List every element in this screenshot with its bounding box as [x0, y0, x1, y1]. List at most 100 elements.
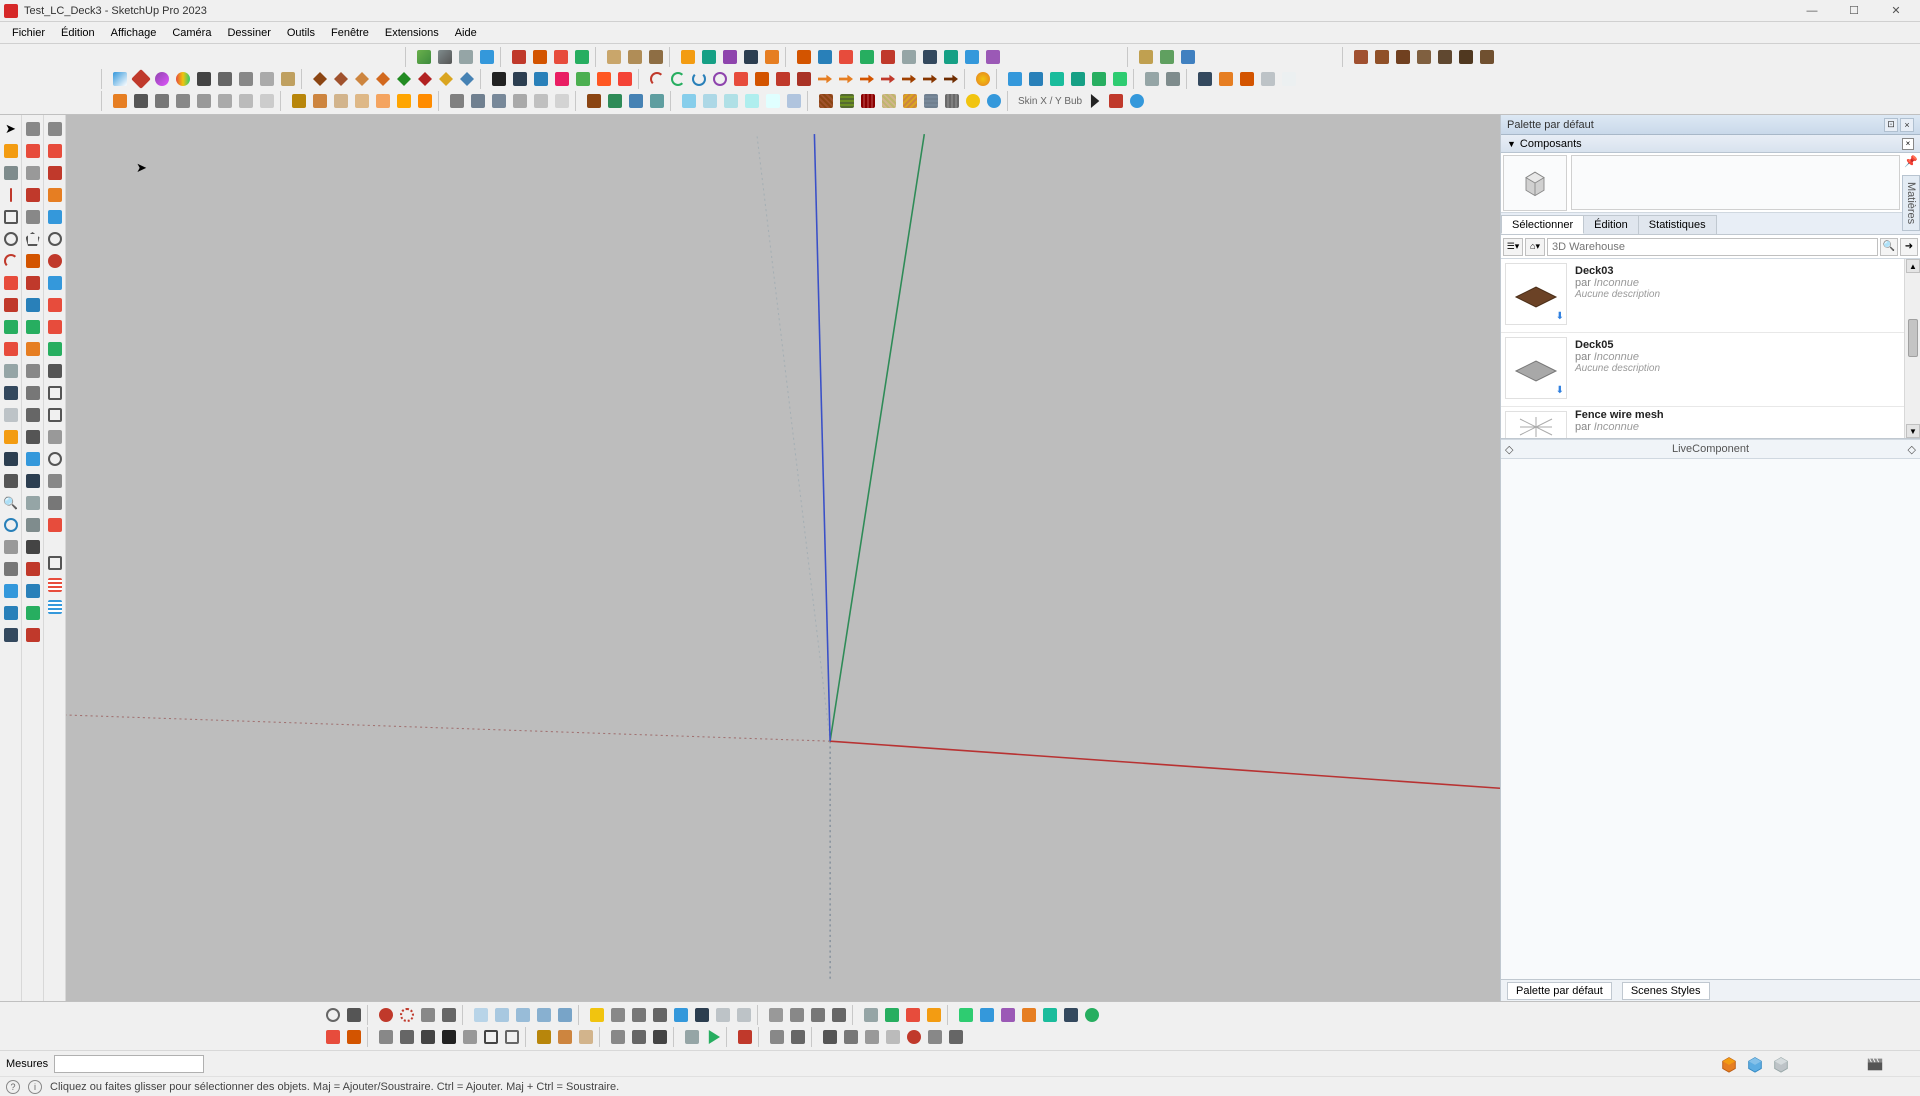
tool-icon[interactable] [534, 1005, 554, 1025]
tool-icon[interactable] [1414, 47, 1434, 67]
tool-icon[interactable] [878, 47, 898, 67]
tool-icon[interactable] [650, 1005, 670, 1025]
tool-icon[interactable] [555, 1005, 575, 1025]
tool-icon[interactable] [836, 69, 856, 89]
tool-icon[interactable] [794, 69, 814, 89]
tool-icon[interactable] [531, 91, 551, 111]
tool-icon[interactable] [816, 91, 836, 111]
tool-icon[interactable] [861, 1005, 881, 1025]
menu-edition[interactable]: Édition [53, 25, 103, 41]
tool-icon[interactable] [415, 69, 435, 89]
tool-icon[interactable] [1435, 47, 1455, 67]
search-external-button[interactable]: ➜ [1900, 238, 1918, 256]
tool-icon[interactable] [1085, 91, 1105, 111]
live-component-bar[interactable]: ◇ LiveComponent ◇ [1501, 439, 1920, 459]
tool-icon[interactable] [45, 229, 65, 249]
tool-icon[interactable] [731, 69, 751, 89]
tool-icon[interactable] [45, 163, 65, 183]
cube-orange-icon[interactable] [1720, 1055, 1738, 1073]
menu-affichage[interactable]: Affichage [103, 25, 165, 41]
tool-icon[interactable] [584, 91, 604, 111]
circle-tool[interactable] [1, 229, 21, 249]
tab-edit[interactable]: Édition [1583, 215, 1639, 234]
line-tool[interactable] [1, 185, 21, 205]
tool-icon[interactable] [942, 91, 962, 111]
tool-icon[interactable] [784, 91, 804, 111]
tool-icon[interactable] [682, 1027, 702, 1047]
tool-icon[interactable] [787, 1005, 807, 1025]
tool-icon[interactable] [530, 47, 550, 67]
clapper-icon[interactable] [1866, 1055, 1884, 1073]
tool-icon[interactable] [924, 1005, 944, 1025]
tool-icon[interactable] [767, 1027, 787, 1047]
tool-icon[interactable] [1136, 47, 1156, 67]
tool-icon[interactable] [762, 47, 782, 67]
tool-icon[interactable] [1089, 69, 1109, 89]
component-item-fence[interactable]: Fence wire mesh par Inconnue [1501, 407, 1920, 439]
help-icon[interactable]: ? [6, 1080, 20, 1094]
tool-icon[interactable] [551, 47, 571, 67]
tool-icon[interactable] [882, 1005, 902, 1025]
tool-icon[interactable] [899, 47, 919, 67]
tool-icon[interactable] [257, 69, 277, 89]
tool-icon[interactable] [45, 575, 65, 595]
tool-icon[interactable] [1026, 69, 1046, 89]
tool-icon[interactable] [1237, 69, 1257, 89]
tool-icon[interactable] [1, 163, 21, 183]
arc-tool[interactable] [1, 251, 21, 271]
tool-icon[interactable] [973, 69, 993, 89]
tab-select[interactable]: Sélectionner [1501, 215, 1584, 234]
tool-icon[interactable] [23, 185, 43, 205]
tool-icon[interactable] [1, 603, 21, 623]
tool-icon[interactable] [194, 91, 214, 111]
tool-icon[interactable] [414, 47, 434, 67]
tool-icon[interactable] [1157, 47, 1177, 67]
tool-icon[interactable] [436, 69, 456, 89]
tool-icon[interactable] [456, 47, 476, 67]
tool-icon[interactable] [552, 91, 572, 111]
tool-icon[interactable] [23, 119, 43, 139]
tool-icon[interactable] [904, 1027, 924, 1047]
tool-icon[interactable] [1, 559, 21, 579]
tool-icon[interactable] [45, 449, 65, 469]
tool-icon[interactable] [152, 69, 172, 89]
eraser-tool[interactable] [23, 141, 43, 161]
component-item-deck05[interactable]: ⬇ Deck05 par Inconnue Aucune description [1501, 333, 1920, 407]
tool-icon[interactable] [173, 91, 193, 111]
tool-icon[interactable] [626, 91, 646, 111]
tool-icon[interactable] [1019, 1005, 1039, 1025]
tool-icon[interactable] [692, 1005, 712, 1025]
tool-icon[interactable] [23, 515, 43, 535]
tool-icon[interactable] [1068, 69, 1088, 89]
tool-icon[interactable] [110, 69, 130, 89]
tool-icon[interactable] [1279, 69, 1299, 89]
tool-icon[interactable] [878, 69, 898, 89]
tool-icon[interactable] [815, 47, 835, 67]
tool-icon[interactable] [983, 47, 1003, 67]
tool-icon[interactable] [788, 1027, 808, 1047]
section-composants[interactable]: ▼ Composants × [1501, 135, 1920, 153]
tool-icon[interactable] [962, 47, 982, 67]
scroll-down-icon[interactable]: ▼ [1906, 424, 1920, 438]
tool-icon[interactable] [23, 471, 43, 491]
viewport-3d[interactable]: ➤ [66, 115, 1500, 1001]
tool-icon[interactable] [647, 91, 667, 111]
tool-icon[interactable] [23, 559, 43, 579]
tool-icon[interactable] [858, 91, 878, 111]
tool-icon[interactable] [45, 383, 65, 403]
tool-icon[interactable] [502, 1027, 522, 1047]
tool-icon[interactable] [23, 383, 43, 403]
tool-icon[interactable] [678, 47, 698, 67]
tool-icon[interactable] [1, 625, 21, 645]
tool-icon[interactable] [397, 1027, 417, 1047]
tool-icon[interactable] [608, 1005, 628, 1025]
tool-icon[interactable] [45, 273, 65, 293]
polygon-tool[interactable] [23, 229, 43, 249]
tool-icon[interactable] [879, 91, 899, 111]
tool-icon[interactable] [629, 1005, 649, 1025]
tool-icon[interactable] [257, 91, 277, 111]
tool-icon[interactable] [1393, 47, 1413, 67]
tool-icon[interactable] [1, 405, 21, 425]
tool-icon[interactable] [763, 91, 783, 111]
tool-icon[interactable] [841, 1027, 861, 1047]
